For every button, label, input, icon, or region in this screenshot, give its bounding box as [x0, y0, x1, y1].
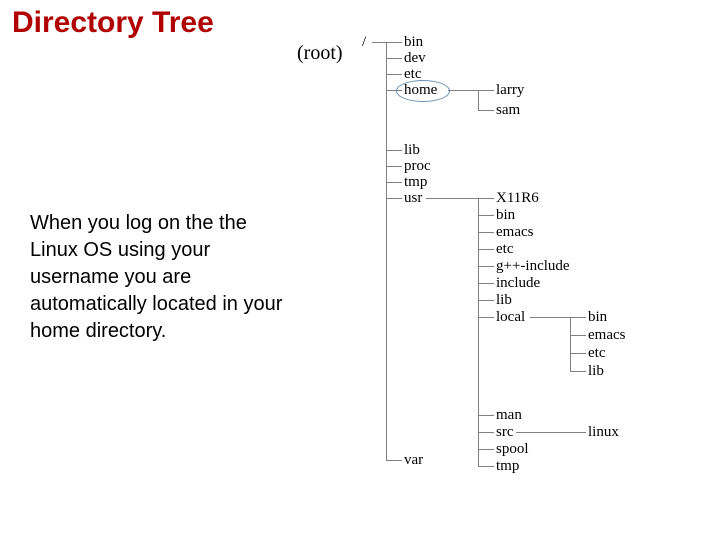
tree-line	[372, 42, 386, 43]
tree-line	[570, 317, 586, 318]
tree-line	[478, 90, 494, 91]
node-local-lib: lib	[588, 363, 604, 380]
tree-line	[516, 432, 570, 433]
tree-line	[530, 317, 570, 318]
tree-line	[478, 415, 494, 416]
tree-line	[386, 58, 402, 59]
node-tmp: tmp	[404, 174, 427, 191]
node-proc: proc	[404, 158, 431, 175]
tree-line	[386, 74, 402, 75]
tree-line	[570, 317, 571, 371]
tree-line	[478, 317, 494, 318]
page-title: Directory Tree	[12, 6, 214, 40]
node-local-bin: bin	[588, 309, 607, 326]
description-paragraph: When you log on the the Linux OS using y…	[30, 210, 290, 345]
tree-line	[426, 198, 478, 199]
node-usr: usr	[404, 190, 422, 207]
tree-line	[478, 110, 494, 111]
tree-line	[386, 460, 402, 461]
node-local-etc: etc	[588, 345, 605, 362]
tree-line	[570, 371, 586, 372]
node-usr-spool: spool	[496, 441, 529, 458]
node-local-emacs: emacs	[588, 327, 625, 344]
tree-line	[570, 353, 586, 354]
node-larry: larry	[496, 82, 524, 99]
node-usr-tmp: tmp	[496, 458, 519, 475]
node-usr-bin: bin	[496, 207, 515, 224]
tree-line	[386, 150, 402, 151]
tree-line	[478, 198, 494, 199]
tree-line	[478, 300, 494, 301]
node-usr-src: src	[496, 424, 514, 441]
tree-line	[478, 90, 479, 110]
tree-line	[478, 198, 479, 466]
node-usr-etc: etc	[496, 241, 513, 258]
root-label: (root)	[297, 42, 343, 65]
node-lib: lib	[404, 142, 420, 159]
tree-line	[478, 449, 494, 450]
tree-line	[478, 466, 494, 467]
node-root: /	[362, 34, 366, 51]
tree-line	[570, 432, 586, 433]
tree-line	[478, 266, 494, 267]
tree-line	[478, 432, 494, 433]
node-usr-local: local	[496, 309, 525, 326]
node-bin: bin	[404, 34, 423, 51]
tree-line	[386, 42, 387, 460]
node-sam: sam	[496, 102, 520, 119]
node-usr-emacs: emacs	[496, 224, 533, 241]
tree-line	[478, 215, 494, 216]
node-var: var	[404, 452, 423, 469]
node-usr-lib: lib	[496, 292, 512, 309]
node-dev: dev	[404, 50, 426, 67]
tree-line	[386, 198, 402, 199]
tree-line	[478, 249, 494, 250]
tree-line	[386, 166, 402, 167]
tree-line	[478, 232, 494, 233]
node-usr-x11r6: X11R6	[496, 190, 539, 207]
node-usr-include: include	[496, 275, 540, 292]
tree-line	[386, 42, 402, 43]
tree-line	[448, 90, 478, 91]
node-usr-man: man	[496, 407, 522, 424]
tree-line	[386, 182, 402, 183]
tree-line	[570, 335, 586, 336]
home-highlight-oval	[396, 80, 450, 102]
node-linux: linux	[588, 424, 619, 441]
node-usr-gpp: g++-include	[496, 258, 570, 275]
tree-line	[478, 283, 494, 284]
